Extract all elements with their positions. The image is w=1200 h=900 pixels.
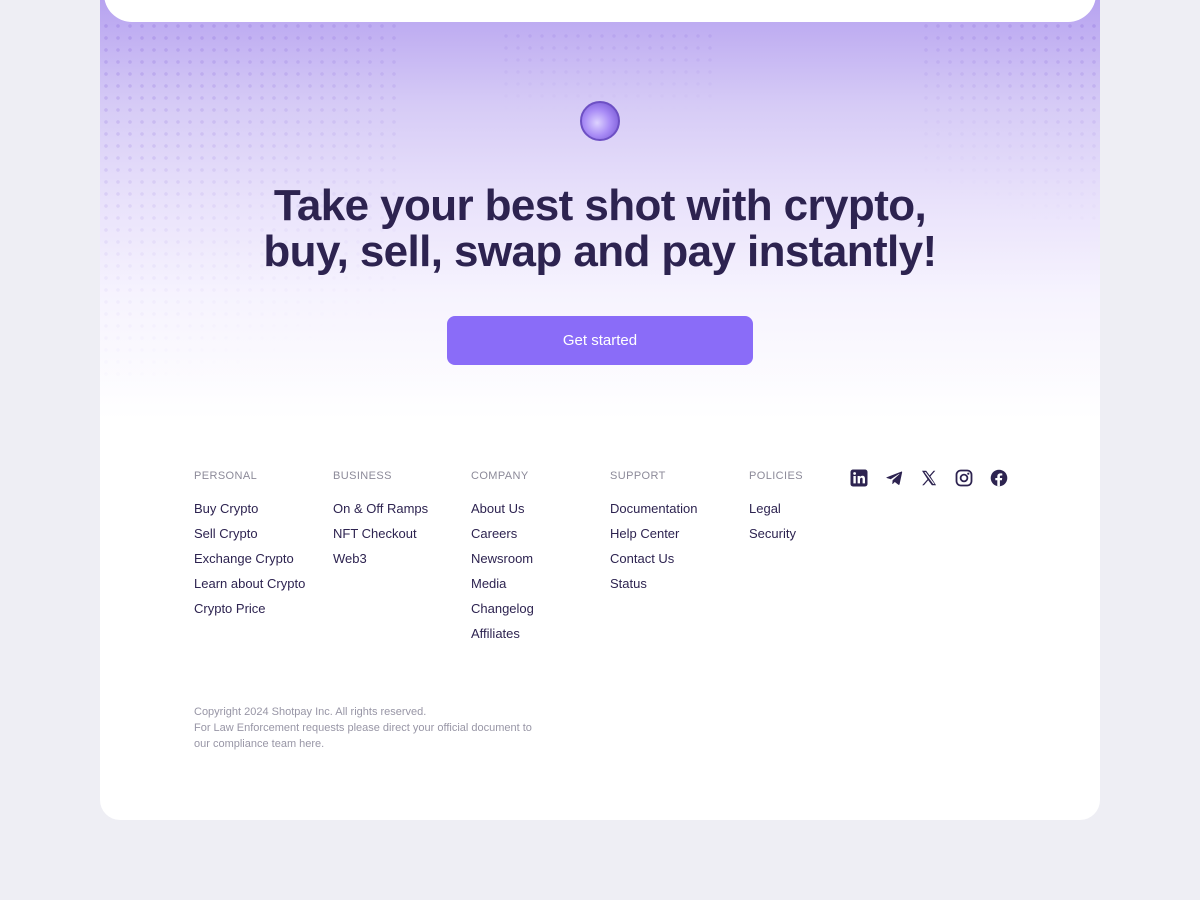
footer-link-web3[interactable]: Web3 — [333, 552, 428, 577]
footer-column-title: COMPANY — [471, 470, 529, 482]
footer-link-about-us[interactable]: About Us — [471, 502, 534, 527]
footer-link-nft-checkout[interactable]: NFT Checkout — [333, 527, 428, 552]
footer-column-title: BUSINESS — [333, 470, 392, 482]
dot-pattern-middle — [500, 30, 720, 110]
hero-section: Take your best shot with crypto, buy, se… — [100, 0, 1100, 420]
footer-link-status[interactable]: Status — [610, 577, 697, 602]
footer-link-changelog[interactable]: Changelog — [471, 602, 534, 627]
footer-link-crypto-price[interactable]: Crypto Price — [194, 602, 305, 627]
footer-link-careers[interactable]: Careers — [471, 527, 534, 552]
footer-link-learn-about-crypto[interactable]: Learn about Crypto — [194, 577, 305, 602]
footer-link-legal[interactable]: Legal — [749, 502, 803, 527]
get-started-button[interactable]: Get started — [447, 316, 753, 365]
footer-column-title: PERSONAL — [194, 470, 258, 482]
hero-headline-line2: buy, sell, swap and pay instantly! — [263, 227, 937, 276]
footer-column-title: SUPPORT — [610, 470, 666, 482]
footer-column-personal: PERSONAL Buy Crypto Sell Crypto Exchange… — [194, 470, 305, 627]
footer-column-company: COMPANY About Us Careers Newsroom Media … — [471, 470, 534, 652]
linkedin-icon[interactable] — [849, 468, 869, 488]
facebook-icon[interactable] — [989, 468, 1009, 488]
footer-link-contact-us[interactable]: Contact Us — [610, 552, 697, 577]
copyright-notice: Copyright 2024 Shotpay Inc. All rights r… — [194, 704, 534, 752]
footer-link-on-off-ramps[interactable]: On & Off Ramps — [333, 502, 428, 527]
instagram-icon[interactable] — [954, 468, 974, 488]
footer-column-policies: POLICIES Legal Security — [749, 470, 803, 552]
footer-link-help-center[interactable]: Help Center — [610, 527, 697, 552]
footer-link-exchange-crypto[interactable]: Exchange Crypto — [194, 552, 305, 577]
law-enforcement-note[interactable]: For Law Enforcement requests please dire… — [194, 720, 534, 752]
footer-link-sell-crypto[interactable]: Sell Crypto — [194, 527, 305, 552]
footer-link-newsroom[interactable]: Newsroom — [471, 552, 534, 577]
hero-headline: Take your best shot with crypto, buy, se… — [100, 183, 1100, 275]
copyright-line: Copyright 2024 Shotpay Inc. All rights r… — [194, 706, 427, 718]
footer-column-support: SUPPORT Documentation Help Center Contac… — [610, 470, 697, 602]
footer-link-buy-crypto[interactable]: Buy Crypto — [194, 502, 305, 527]
footer-link-documentation[interactable]: Documentation — [610, 502, 697, 527]
footer-link-affiliates[interactable]: Affiliates — [471, 627, 534, 652]
footer-column-title: POLICIES — [749, 470, 803, 482]
upper-section-panel — [104, 0, 1096, 22]
footer-column-business: BUSINESS On & Off Ramps NFT Checkout Web… — [333, 470, 428, 577]
telegram-icon[interactable] — [884, 468, 904, 488]
footer-link-security[interactable]: Security — [749, 527, 803, 552]
footer-link-media[interactable]: Media — [471, 577, 534, 602]
hero-headline-line1: Take your best shot with crypto, — [273, 181, 927, 230]
x-icon[interactable] — [919, 468, 939, 488]
orb-logo-icon — [580, 101, 620, 141]
page-card: Take your best shot with crypto, buy, se… — [100, 0, 1100, 820]
social-links — [849, 468, 1009, 488]
